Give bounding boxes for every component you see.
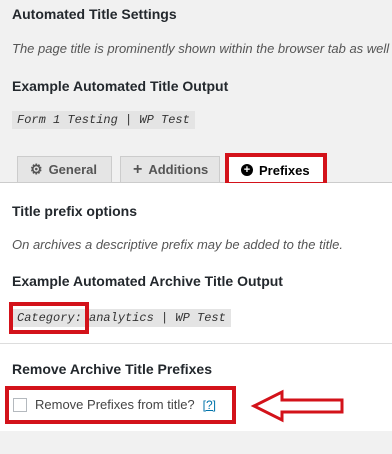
section-divider [0,343,392,344]
settings-title: Automated Title Settings [12,6,177,22]
prefix-description: On archives a descriptive prefix may be … [12,237,343,252]
example-title-output: Form 1 Testing | WP Test [12,111,195,129]
settings-description: The page title is prominently shown with… [12,41,390,56]
tab-general[interactable]: ⚙ General [17,156,112,182]
tab-general-label: General [48,162,97,177]
prefixes-tab-highlight [225,153,327,186]
red-arrow-icon [250,389,344,423]
remove-prefixes-heading: Remove Archive Title Prefixes [12,361,212,377]
tab-additions-label: Additions [148,162,209,177]
prefix-highlight-box [9,302,89,334]
prefix-options-heading: Title prefix options [12,203,137,219]
example-title-heading: Example Automated Title Output [12,78,229,94]
archive-title-heading: Example Automated Archive Title Output [12,273,283,289]
plus-icon: + [133,160,143,178]
archive-title-rest: analytics | WP Test [81,311,226,325]
checkbox-highlight-box [5,386,236,424]
tab-additions[interactable]: + Additions [120,156,220,182]
gear-icon: ⚙ [30,161,43,177]
